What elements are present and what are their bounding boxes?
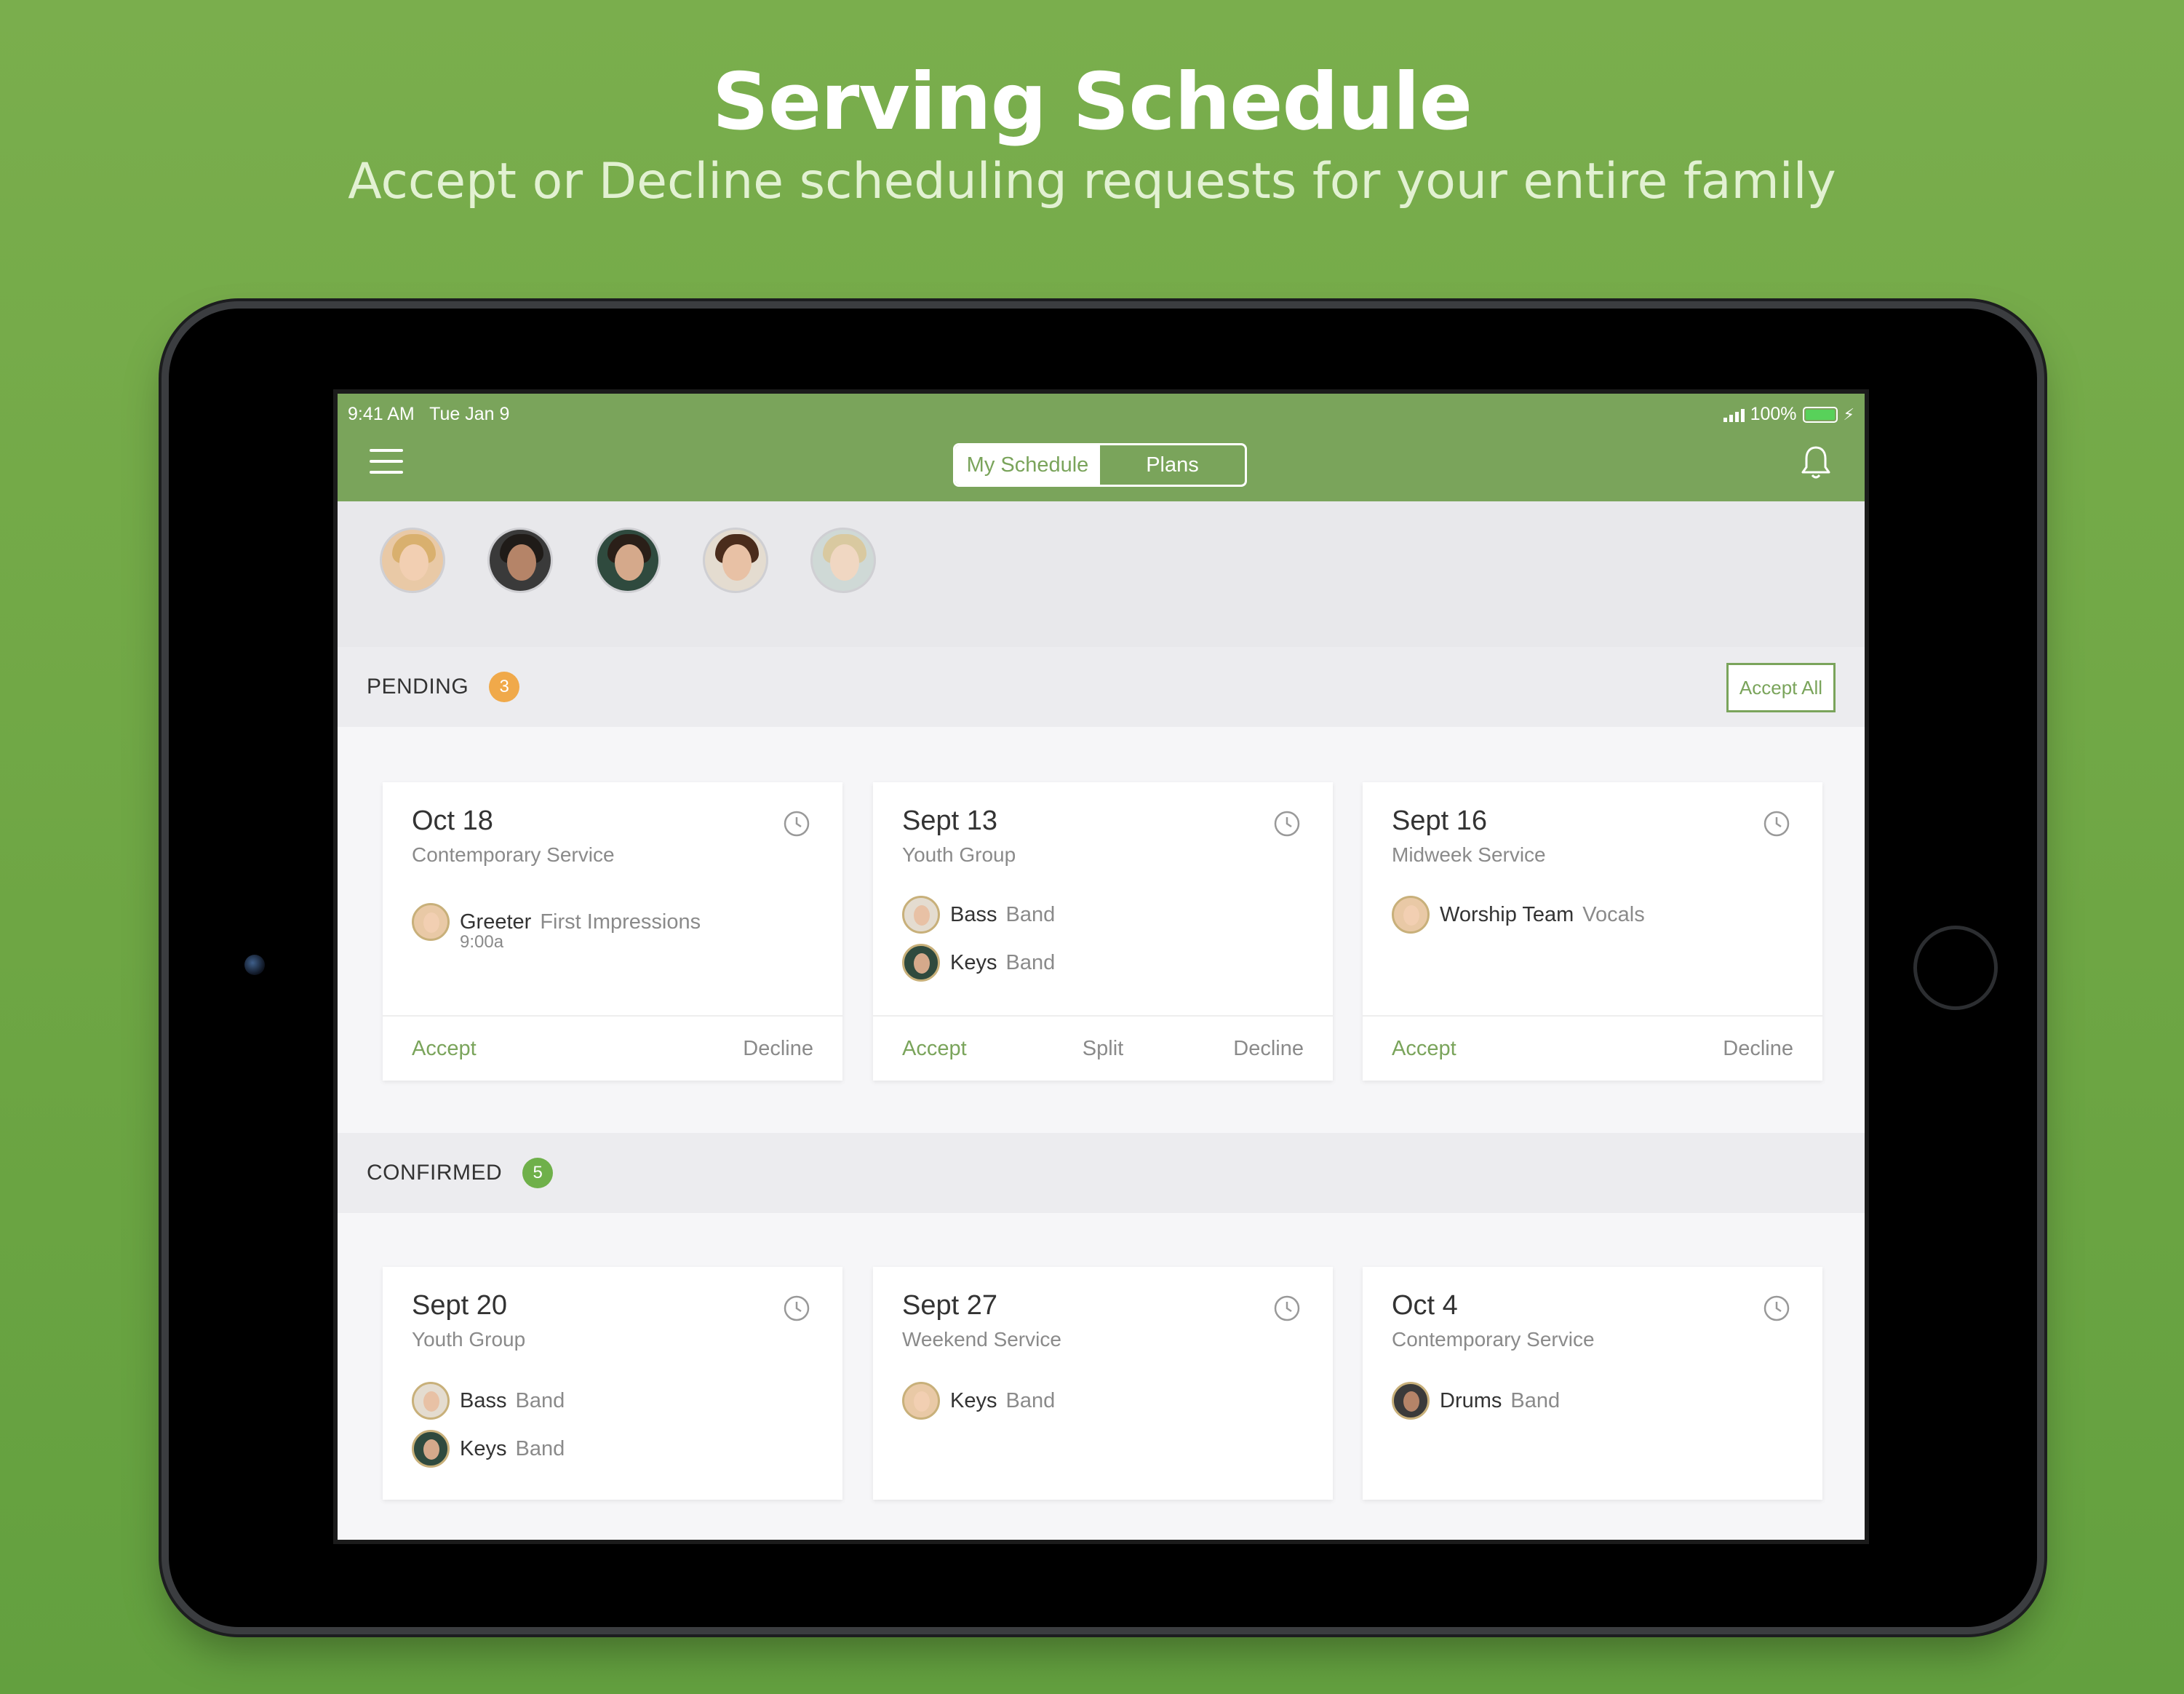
- split-button[interactable]: Split: [1083, 1037, 1123, 1061]
- avatar: [902, 944, 940, 982]
- card-service: Youth Group: [902, 843, 1016, 866]
- pending-card: Sept 13 Youth Group Bass Band Keys Band …: [873, 782, 1333, 1081]
- assignment-role: Bass: [950, 902, 997, 926]
- pending-label: PENDING: [367, 675, 469, 699]
- assignment-team: Band: [1005, 1388, 1056, 1412]
- assignment-team: First Impressions: [540, 910, 701, 934]
- confirmed-header: CONFIRMED 5: [338, 1133, 1865, 1213]
- avatar[interactable]: [380, 528, 445, 593]
- pending-count-badge: 3: [489, 672, 520, 702]
- signal-icon: [1723, 407, 1745, 422]
- assignment: Bass Band: [412, 1382, 565, 1420]
- card-date: Sept 20: [412, 1290, 507, 1321]
- assignment: Worship Team Vocals: [1392, 896, 1645, 934]
- assignment: Keys Band: [412, 1430, 565, 1468]
- home-button[interactable]: [1913, 926, 1998, 1010]
- battery-percent: 100%: [1750, 404, 1797, 424]
- front-camera: [244, 955, 265, 975]
- avatar: [1392, 896, 1430, 934]
- card-service: Weekend Service: [902, 1328, 1061, 1351]
- clock-icon[interactable]: [1273, 810, 1301, 838]
- assignment-role: Drums: [1440, 1388, 1502, 1412]
- view-switcher: My Schedule Plans: [953, 443, 1247, 487]
- card-date: Sept 16: [1392, 806, 1487, 836]
- menu-icon[interactable]: [370, 449, 403, 474]
- card-date: Oct 18: [412, 806, 493, 836]
- card-date: Sept 13: [902, 806, 997, 836]
- confirmed-card[interactable]: Sept 27 Weekend Service Keys Band: [873, 1267, 1333, 1500]
- clock-icon[interactable]: [1763, 810, 1790, 838]
- assignment-time: 9:00a: [460, 932, 504, 952]
- card-date: Sept 27: [902, 1290, 997, 1321]
- confirmed-card[interactable]: Oct 4 Contemporary Service Drums Band: [1363, 1267, 1822, 1500]
- card-actions: Accept Decline: [383, 1015, 842, 1081]
- card-date: Oct 4: [1392, 1290, 1458, 1321]
- accept-button[interactable]: Accept: [902, 1037, 967, 1061]
- battery-icon: [1802, 406, 1838, 423]
- clock-icon[interactable]: [783, 810, 810, 838]
- tab-plans[interactable]: Plans: [1100, 445, 1245, 485]
- clock-icon[interactable]: [1273, 1295, 1301, 1322]
- avatar[interactable]: [703, 528, 768, 593]
- assignment-team: Band: [1005, 950, 1056, 974]
- assignment-team: Band: [1005, 902, 1056, 926]
- assignment-team: Vocals: [1582, 902, 1645, 926]
- tab-my-schedule[interactable]: My Schedule: [955, 445, 1100, 485]
- assignment-role: Keys: [950, 950, 997, 974]
- accept-all-button[interactable]: Accept All: [1726, 663, 1836, 712]
- card-service: Contemporary Service: [412, 843, 615, 866]
- confirmed-label: CONFIRMED: [367, 1161, 503, 1185]
- assignment-team: Band: [515, 1388, 565, 1412]
- assignment-role: Bass: [460, 1388, 507, 1412]
- assignment-team: Band: [515, 1436, 565, 1460]
- confirmed-card[interactable]: Sept 20 Youth Group Bass Band Keys Band: [383, 1267, 842, 1500]
- accept-button[interactable]: Accept: [1392, 1037, 1456, 1061]
- assignment: Bass Band: [902, 896, 1055, 934]
- assignment-role: Keys: [950, 1388, 997, 1412]
- clock-icon[interactable]: [783, 1295, 810, 1322]
- decline-button[interactable]: Decline: [1233, 1037, 1304, 1061]
- card-service: Contemporary Service: [1392, 1328, 1595, 1351]
- clock-icon[interactable]: [1763, 1295, 1790, 1322]
- ipad-frame: 9:41 AM Tue Jan 9 100% ⚡ My Schedule Pla…: [169, 309, 2037, 1627]
- app-screen: 9:41 AM Tue Jan 9 100% ⚡ My Schedule Pla…: [333, 389, 1869, 1544]
- avatar: [412, 903, 450, 941]
- hero-subtitle: Accept or Decline scheduling requests fo…: [348, 153, 1836, 210]
- pending-card: Oct 18 Contemporary Service Greeter Firs…: [383, 782, 842, 1081]
- assignment: Keys Band: [902, 944, 1055, 982]
- assignment-role: Keys: [460, 1436, 507, 1460]
- card-actions: Accept Split Decline: [873, 1015, 1333, 1081]
- status-indicators: 100% ⚡: [1723, 404, 1854, 425]
- avatar[interactable]: [487, 528, 553, 593]
- decline-button[interactable]: Decline: [743, 1037, 813, 1061]
- assignment: Drums Band: [1392, 1382, 1560, 1420]
- avatar: [1392, 1382, 1430, 1420]
- decline-button[interactable]: Decline: [1723, 1037, 1793, 1061]
- avatar: [412, 1382, 450, 1420]
- card-service: Youth Group: [412, 1328, 526, 1351]
- avatar: [412, 1430, 450, 1468]
- assignment: Greeter First Impressions 9:00a: [412, 903, 701, 952]
- assignment-team: Band: [1510, 1388, 1561, 1412]
- avatar[interactable]: [810, 528, 876, 593]
- assignment-role: Greeter: [460, 910, 532, 934]
- assignment: Keys Band: [902, 1382, 1055, 1420]
- bell-icon[interactable]: [1799, 445, 1833, 481]
- confirmed-count-badge: 5: [522, 1158, 554, 1188]
- status-time: 9:41 AM Tue Jan 9: [348, 404, 510, 424]
- avatar: [902, 896, 940, 934]
- assignment-role: Worship Team: [1440, 902, 1574, 926]
- family-avatars: [338, 501, 1865, 647]
- accept-button[interactable]: Accept: [412, 1037, 477, 1061]
- card-actions: Accept Decline: [1363, 1015, 1822, 1081]
- card-service: Midweek Service: [1392, 843, 1546, 866]
- hero-title: Serving Schedule: [712, 57, 1472, 148]
- pending-card: Sept 16 Midweek Service Worship Team Voc…: [1363, 782, 1822, 1081]
- app-header: 9:41 AM Tue Jan 9 100% ⚡ My Schedule Pla…: [338, 394, 1865, 501]
- pending-header: PENDING 3 Accept All: [338, 647, 1865, 727]
- charging-icon: ⚡: [1843, 405, 1854, 424]
- avatar: [902, 1382, 940, 1420]
- avatar[interactable]: [595, 528, 661, 593]
